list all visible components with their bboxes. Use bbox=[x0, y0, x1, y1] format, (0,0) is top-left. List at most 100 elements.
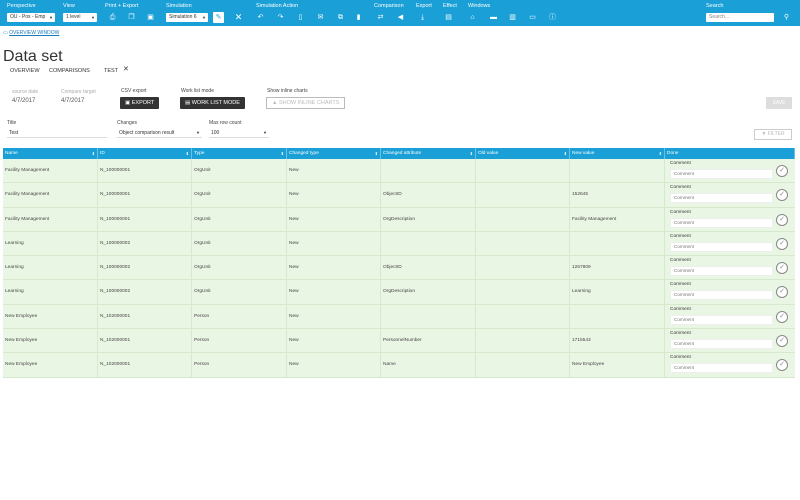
redo-icon[interactable]: ↷ bbox=[276, 13, 285, 22]
save-icon[interactable]: ▣ bbox=[146, 13, 155, 22]
simulation-value: Simulation 6 bbox=[169, 14, 197, 20]
show-inline-charts-button[interactable]: ▲ SHOW INLINE CHARTS bbox=[266, 97, 346, 109]
lock-icon[interactable]: ▮ bbox=[354, 13, 363, 22]
export-button[interactable]: ▣ EXPORT bbox=[120, 97, 160, 109]
tab-comparisons[interactable]: COMPARISONS bbox=[49, 68, 90, 74]
column-header-label: ID bbox=[100, 151, 105, 156]
column-header-label: Old value bbox=[478, 151, 499, 156]
view-select[interactable]: 1 level ▼ bbox=[63, 13, 97, 22]
cell-type: OrgUnit bbox=[192, 280, 287, 305]
comment-input[interactable]: Comment bbox=[670, 339, 773, 350]
search-icon[interactable]: ⚲ bbox=[782, 13, 791, 22]
download-icon[interactable]: ⤓ bbox=[418, 13, 427, 22]
cell-changed-attribute bbox=[381, 304, 476, 329]
changes-select[interactable]: Object comparison result ▼ bbox=[117, 129, 202, 138]
filter-button[interactable]: ▼ FILTER bbox=[754, 129, 792, 140]
column-header-id[interactable]: ID ⬍ bbox=[98, 148, 192, 159]
sort-icon[interactable]: ⬍ bbox=[92, 148, 95, 159]
trash-icon[interactable]: ▬ bbox=[489, 13, 498, 22]
cell-old-value bbox=[476, 231, 570, 256]
done-check-icon[interactable]: ✓ bbox=[776, 335, 788, 348]
cell-id: N_100000001 bbox=[98, 159, 192, 183]
info-icon[interactable]: ⓘ bbox=[548, 13, 557, 22]
folder-icon[interactable]: ▭ bbox=[528, 13, 537, 22]
comment-input[interactable]: Comment bbox=[670, 193, 773, 204]
perspective-select[interactable]: OU - Pos - Emp ▼ bbox=[7, 13, 55, 22]
panel-icon[interactable]: ▥ bbox=[508, 13, 517, 22]
cell-old-value bbox=[476, 353, 570, 378]
effect-icon[interactable]: ▤ bbox=[444, 13, 453, 22]
done-check-icon[interactable]: ✓ bbox=[776, 237, 788, 250]
comment-input[interactable]: Comment bbox=[670, 169, 773, 179]
close-icon[interactable]: ✕ bbox=[234, 13, 243, 22]
cell-changed-attribute bbox=[381, 159, 476, 183]
tab-test[interactable]: TEST bbox=[104, 68, 118, 74]
sort-icon[interactable]: ⬍ bbox=[375, 148, 378, 159]
done-check-icon[interactable]: ✓ bbox=[776, 165, 788, 177]
cell-type: OrgUnit bbox=[192, 207, 287, 232]
column-header-type[interactable]: Type ⬍ bbox=[192, 148, 287, 159]
table-header: Name ⬍ ID ⬍ Type ⬍ Changed type ⬍ Changed attrib… bbox=[3, 148, 795, 159]
tab-overview[interactable]: OVERVIEW bbox=[10, 68, 40, 74]
column-header-changed-type[interactable]: Changed type ⬍ bbox=[287, 148, 381, 159]
done-check-icon[interactable]: ✓ bbox=[776, 189, 788, 202]
cell-new-value bbox=[570, 231, 665, 256]
work-list-mode-button[interactable]: ▤ WORK LIST MODE bbox=[180, 97, 245, 109]
page-title: Data set bbox=[3, 48, 63, 65]
sort-icon[interactable]: ⬍ bbox=[564, 148, 567, 159]
changes-label: Changes bbox=[117, 120, 138, 126]
column-header-changed-attribute[interactable]: Changed attribute ⬍ bbox=[381, 148, 476, 159]
done-check-icon[interactable]: ✓ bbox=[776, 286, 788, 299]
simulation-select[interactable]: Simulation 6 ▼ bbox=[166, 13, 208, 22]
done-check-icon[interactable]: ✓ bbox=[776, 310, 788, 323]
cell-old-value bbox=[476, 329, 570, 354]
comment-input[interactable]: Comment bbox=[670, 363, 773, 374]
copy-icon[interactable]: ❐ bbox=[127, 13, 136, 22]
breadcrumb-overview-window[interactable]: OVERVIEW WINDOW bbox=[9, 30, 59, 36]
comment-input[interactable]: Comment bbox=[670, 241, 773, 252]
print-export-label: Print + Export bbox=[105, 3, 139, 9]
column-header-label: New value bbox=[572, 151, 595, 156]
comment-input[interactable]: Comment bbox=[670, 217, 773, 228]
comment-input[interactable]: Comment bbox=[670, 266, 773, 277]
comment-input[interactable]: Comment bbox=[670, 290, 773, 301]
cell-type: Person bbox=[192, 353, 287, 378]
perspective-value: OU - Pos - Emp bbox=[10, 14, 46, 20]
print-icon[interactable]: ⎙ bbox=[108, 13, 117, 22]
sort-icon[interactable]: ⬍ bbox=[186, 148, 189, 159]
sort-icon[interactable]: ⬍ bbox=[281, 148, 284, 159]
cell-changed-type: New bbox=[287, 159, 381, 183]
column-header-name[interactable]: Name ⬍ bbox=[3, 148, 98, 159]
title-input[interactable]: Test bbox=[7, 129, 107, 138]
mail-icon[interactable]: ✉ bbox=[316, 13, 325, 22]
duplicate-icon[interactable]: ⧉ bbox=[336, 13, 345, 22]
done-check-icon[interactable]: ✓ bbox=[776, 262, 788, 275]
megaphone-icon[interactable]: ◀ bbox=[396, 13, 405, 22]
cell-changed-type: New bbox=[287, 304, 381, 329]
cell-name: Facility Management bbox=[3, 207, 98, 232]
tray-icon[interactable]: ⌂ bbox=[468, 13, 477, 22]
sort-icon[interactable]: ⬍ bbox=[470, 148, 473, 159]
sort-icon[interactable]: ⬍ bbox=[659, 148, 662, 159]
compare-target-value: 4/7/2017 bbox=[61, 98, 85, 104]
column-header-label: Type bbox=[194, 151, 205, 156]
filter-button-label: FILTER bbox=[767, 131, 785, 137]
cell-id: N_100000001 bbox=[98, 207, 192, 232]
max-row-count-select[interactable]: 100 ▼ bbox=[209, 129, 269, 138]
cell-new-value: 1715543 bbox=[570, 329, 665, 354]
swap-icon[interactable]: ⇄ bbox=[376, 13, 385, 22]
column-header-old-value[interactable]: Old value ⬍ bbox=[476, 148, 570, 159]
save-button[interactable]: SAVE bbox=[766, 97, 792, 109]
tab-close-icon[interactable]: ✕ bbox=[123, 65, 129, 73]
comment-label: Comment bbox=[670, 355, 691, 361]
document-icon: ▤ bbox=[185, 100, 191, 106]
column-header-done[interactable]: Done bbox=[665, 148, 795, 159]
done-check-icon[interactable]: ✓ bbox=[776, 359, 788, 372]
undo-icon[interactable]: ↶ bbox=[256, 13, 265, 22]
done-check-icon[interactable]: ✓ bbox=[776, 213, 788, 226]
comment-input[interactable]: Comment bbox=[670, 314, 773, 325]
phone-icon[interactable]: ▯ bbox=[296, 13, 305, 22]
simulation-edit-icon[interactable]: ✎ bbox=[213, 12, 224, 23]
search-input[interactable]: Search... bbox=[706, 13, 774, 22]
column-header-new-value[interactable]: New value ⬍ bbox=[570, 148, 665, 159]
